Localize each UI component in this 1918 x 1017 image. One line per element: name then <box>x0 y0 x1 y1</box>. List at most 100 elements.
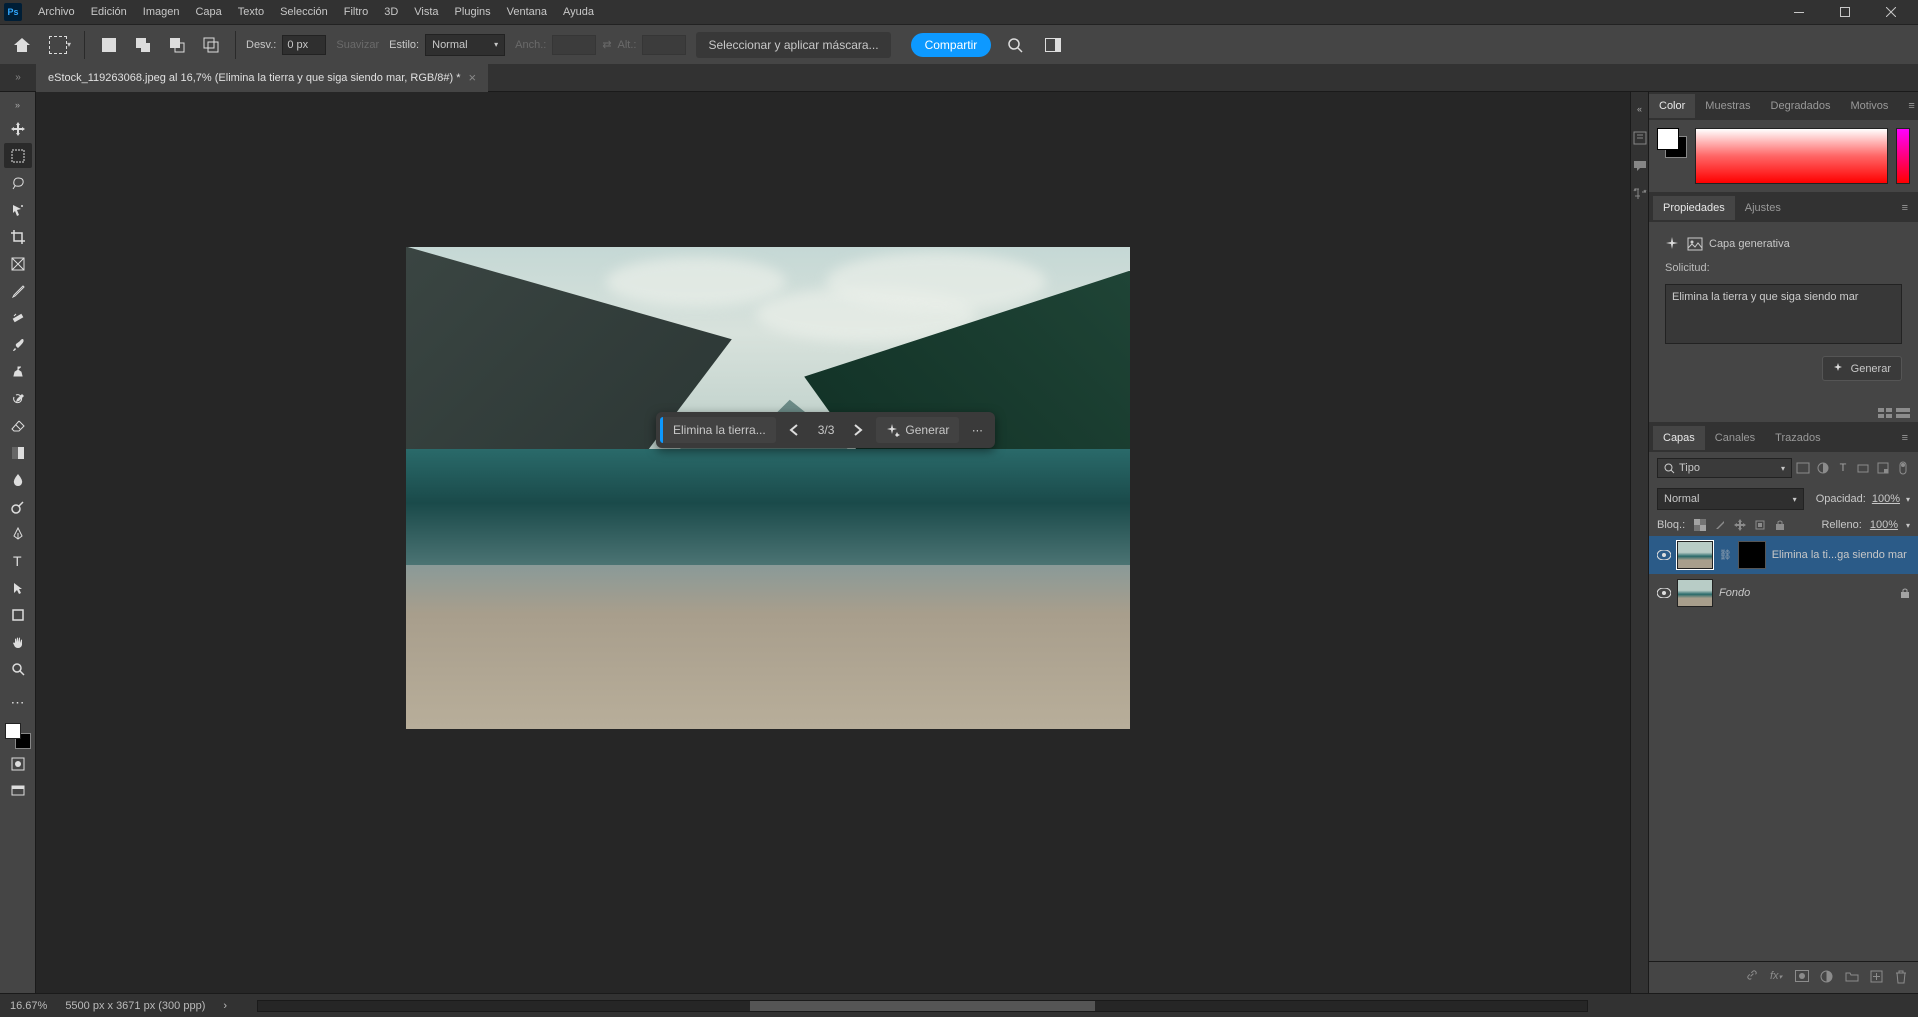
quick-selection-tool[interactable] <box>4 197 32 222</box>
variation-prev-button[interactable] <box>780 416 808 444</box>
window-close-button[interactable] <box>1868 0 1914 24</box>
status-chevron-icon[interactable]: › <box>223 1000 227 1012</box>
lock-position-icon[interactable] <box>1733 518 1747 532</box>
layer-thumbnail[interactable] <box>1677 579 1713 607</box>
tab-channels[interactable]: Canales <box>1705 426 1765 450</box>
filter-type-icon[interactable]: T <box>1836 461 1850 475</box>
menu-archivo[interactable]: Archivo <box>30 2 83 22</box>
marquee-tool[interactable] <box>4 143 32 168</box>
hue-slider[interactable] <box>1896 128 1910 184</box>
expand-tabs-icon[interactable]: » <box>15 72 21 83</box>
visibility-toggle-icon[interactable] <box>1657 588 1671 598</box>
canvas-area[interactable]: Elimina la tierra... 3/3 Generar ⋯ <box>36 92 1630 993</box>
visibility-toggle-icon[interactable] <box>1657 550 1671 560</box>
dock-expand-icon[interactable]: « <box>1633 100 1646 118</box>
path-selection-tool[interactable] <box>4 575 32 600</box>
filter-adjustment-icon[interactable] <box>1816 461 1830 475</box>
share-button[interactable]: Compartir <box>911 33 992 57</box>
color-fg-bg[interactable] <box>1657 128 1687 158</box>
tab-properties[interactable]: Propiedades <box>1653 196 1735 220</box>
menu-texto[interactable]: Texto <box>230 2 272 22</box>
selection-intersect-icon[interactable] <box>197 31 225 59</box>
tab-close-icon[interactable]: × <box>469 70 477 85</box>
screen-mode-icon[interactable] <box>4 778 32 803</box>
color-spectrum[interactable] <box>1695 128 1888 184</box>
shape-tool[interactable] <box>4 602 32 627</box>
dock-adjustments-icon[interactable] <box>1632 186 1648 202</box>
feather-input[interactable] <box>282 35 326 55</box>
filter-shape-icon[interactable] <box>1856 461 1870 475</box>
fill-value[interactable]: 100% <box>1870 519 1898 531</box>
more-options-icon[interactable]: ⋯ <box>963 416 991 444</box>
style-select[interactable]: Normal▾ <box>425 34 505 56</box>
home-button[interactable] <box>8 31 36 59</box>
generative-prompt-display[interactable]: Elimina la tierra... <box>660 417 776 443</box>
prompt-textarea[interactable]: Elimina la tierra y que siga siendo mar <box>1665 284 1902 344</box>
tab-adjustments[interactable]: Ajustes <box>1735 196 1791 220</box>
new-group-icon[interactable] <box>1845 970 1860 985</box>
layer-row[interactable]: ⛓ Elimina la ti...ga siendo mar <box>1649 536 1918 574</box>
layer-filter-select[interactable]: Tipo▾ <box>1657 458 1792 478</box>
clone-stamp-tool[interactable] <box>4 359 32 384</box>
generate-button[interactable]: Generar <box>876 417 959 443</box>
zoom-tool[interactable] <box>4 656 32 681</box>
zoom-level[interactable]: 16.67% <box>10 1000 47 1012</box>
tab-layers[interactable]: Capas <box>1653 426 1705 450</box>
workspace-icon[interactable] <box>1039 31 1067 59</box>
window-maximize-button[interactable] <box>1822 0 1868 24</box>
document-dimensions[interactable]: 5500 px x 3671 px (300 ppp) <box>65 1000 205 1012</box>
tab-patterns[interactable]: Motivos <box>1840 94 1898 118</box>
selection-add-icon[interactable] <box>129 31 157 59</box>
lasso-tool[interactable] <box>4 170 32 195</box>
layer-thumbnail[interactable] <box>1677 541 1713 569</box>
toolbar-expand-icon[interactable]: » <box>11 96 24 114</box>
history-brush-tool[interactable] <box>4 386 32 411</box>
crop-tool[interactable] <box>4 224 32 249</box>
panel-menu-icon[interactable]: ≡ <box>1892 196 1918 220</box>
window-minimize-button[interactable] <box>1776 0 1822 24</box>
lock-pixels-icon[interactable] <box>1713 518 1727 532</box>
dock-comments-icon[interactable] <box>1632 158 1648 174</box>
hand-tool[interactable] <box>4 629 32 654</box>
panel-menu-icon[interactable]: ≡ <box>1898 94 1918 118</box>
lock-transparency-icon[interactable] <box>1693 518 1707 532</box>
foreground-background-colors[interactable] <box>5 723 31 749</box>
opacity-value[interactable]: 100% <box>1872 493 1900 505</box>
filter-pixel-icon[interactable] <box>1796 461 1810 475</box>
lock-artboard-icon[interactable] <box>1753 518 1767 532</box>
menu-seleccion[interactable]: Selección <box>272 2 336 22</box>
layer-name[interactable]: Elimina la ti...ga siendo mar <box>1772 549 1910 561</box>
menu-filtro[interactable]: Filtro <box>336 2 376 22</box>
menu-plugins[interactable]: Plugins <box>447 2 499 22</box>
document-tab[interactable]: eStock_119263068.jpeg al 16,7% (Elimina … <box>36 64 488 92</box>
blend-mode-select[interactable]: Normal▾ <box>1657 488 1804 510</box>
brush-tool[interactable] <box>4 332 32 357</box>
layer-style-icon[interactable]: fx▾ <box>1770 970 1785 985</box>
selection-new-icon[interactable] <box>95 31 123 59</box>
view-grid-icon[interactable] <box>1878 408 1892 418</box>
new-adjustment-icon[interactable] <box>1820 970 1835 985</box>
document-canvas[interactable] <box>406 247 1130 729</box>
menu-vista[interactable]: Vista <box>406 2 446 22</box>
menu-edicion[interactable]: Edición <box>83 2 135 22</box>
blur-tool[interactable] <box>4 467 32 492</box>
tab-color[interactable]: Color <box>1649 94 1695 118</box>
variation-next-button[interactable] <box>844 416 872 444</box>
type-tool[interactable]: T <box>4 548 32 573</box>
filter-smart-icon[interactable] <box>1876 461 1890 475</box>
tab-swatches[interactable]: Muestras <box>1695 94 1760 118</box>
quick-mask-icon[interactable] <box>4 751 32 776</box>
healing-tool[interactable] <box>4 305 32 330</box>
view-list-icon[interactable] <box>1896 408 1910 418</box>
marquee-tool-indicator[interactable]: ▾ <box>46 31 74 59</box>
move-tool[interactable] <box>4 116 32 141</box>
add-mask-icon[interactable] <box>1795 970 1810 985</box>
layer-mask-thumbnail[interactable] <box>1738 541 1766 569</box>
layer-name[interactable]: Fondo <box>1719 587 1894 599</box>
edit-toolbar-icon[interactable]: ⋯ <box>4 690 32 715</box>
properties-generate-button[interactable]: Generar <box>1822 356 1902 381</box>
delete-layer-icon[interactable] <box>1895 970 1910 985</box>
menu-3d[interactable]: 3D <box>376 2 406 22</box>
selection-subtract-icon[interactable] <box>163 31 191 59</box>
gradient-tool[interactable] <box>4 440 32 465</box>
